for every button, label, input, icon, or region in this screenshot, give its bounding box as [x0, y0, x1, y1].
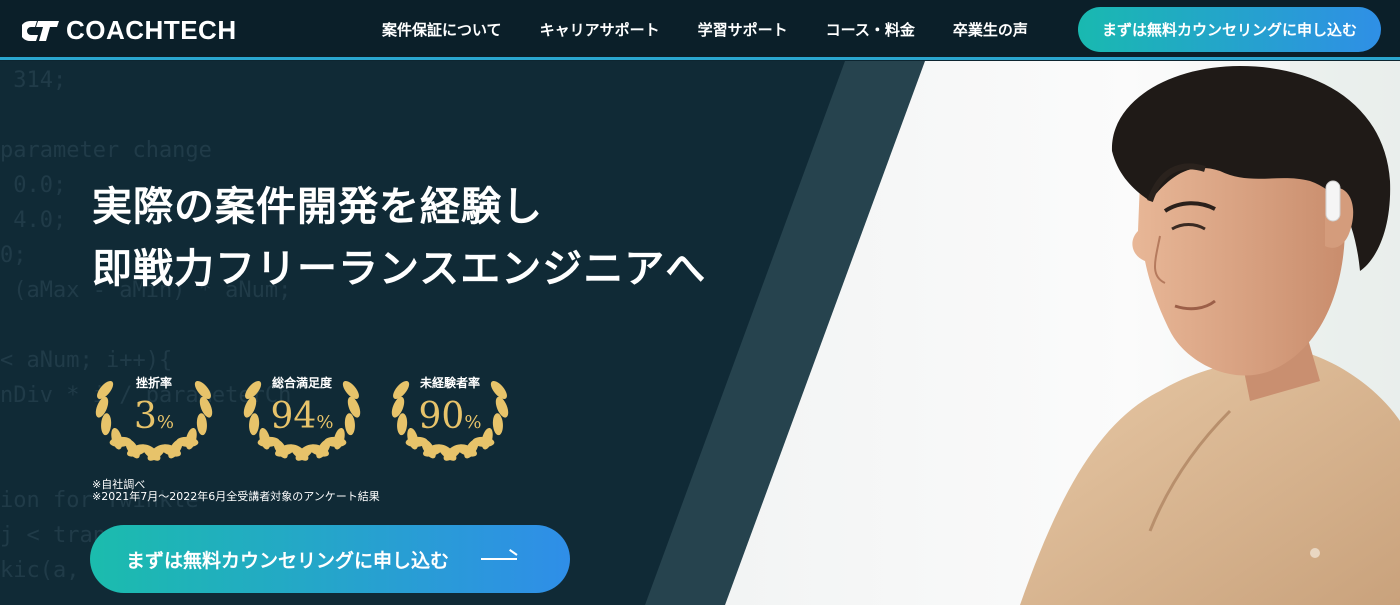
- logo-text: COACHTECH: [66, 15, 237, 45]
- award-label: 総合満足度: [271, 376, 332, 390]
- note-line-2: ※2021年7月〜2022年6月全受講者対象のアンケート結果: [92, 490, 380, 503]
- headline-line-1: 実際の案件開発を経験し: [92, 184, 543, 230]
- logo[interactable]: COACHTECH: [22, 15, 237, 46]
- arrow-right-icon: [481, 558, 518, 560]
- survey-note: ※自社調べ ※2021年7月〜2022年6月全受講者対象のアンケート結果: [92, 479, 380, 503]
- nav-item-graduate-voices[interactable]: 卒業生の声: [953, 19, 1028, 40]
- nav-item-course-price[interactable]: コース・料金: [826, 19, 915, 40]
- hero-cta-label: まずは無料カウンセリングに申し込む: [126, 549, 450, 572]
- award-value: 94%: [270, 396, 334, 437]
- nav-item-career-support[interactable]: キャリアサポート: [540, 19, 660, 40]
- headline-line-2: 即戦力フリーランスエンジニアへ: [92, 246, 707, 292]
- award-overall-satisfaction: 総合満足度 94%: [236, 344, 368, 464]
- award-dropout-rate: 挫折率 3%: [88, 344, 220, 464]
- nav-item-guarantee[interactable]: 案件保証について: [382, 19, 502, 40]
- nav-item-learning-support[interactable]: 学習サポート: [698, 19, 788, 40]
- hero-headline: 実際の案件開発を経験し 即戦力フリーランスエンジニアへ: [92, 176, 706, 300]
- award-value: 90%: [418, 396, 482, 437]
- award-value: 3%: [133, 396, 174, 437]
- award-beginner-rate: 未経験者率 90%: [384, 344, 516, 464]
- coachtech-logo-icon: [22, 20, 59, 41]
- hero-photo: [645, 61, 1400, 605]
- hero-section: 314; parameter change 0.0; 4.0; 0; (aMax…: [0, 61, 1400, 605]
- main-nav: 案件保証について キャリアサポート 学習サポート コース・料金 卒業生の声: [382, 0, 1066, 58]
- award-badges: 挫折率 3% 総合満足度 94% 未経験者率 90%: [88, 344, 516, 464]
- site-header: COACHTECH 案件保証について キャリアサポート 学習サポート コース・料…: [0, 0, 1400, 60]
- award-label: 未経験者率: [419, 376, 480, 390]
- hero-cta-button[interactable]: まずは無料カウンセリングに申し込む: [90, 525, 570, 593]
- header-cta-button[interactable]: まずは無料カウンセリングに申し込む: [1078, 7, 1381, 52]
- award-label: 挫折率: [135, 376, 172, 390]
